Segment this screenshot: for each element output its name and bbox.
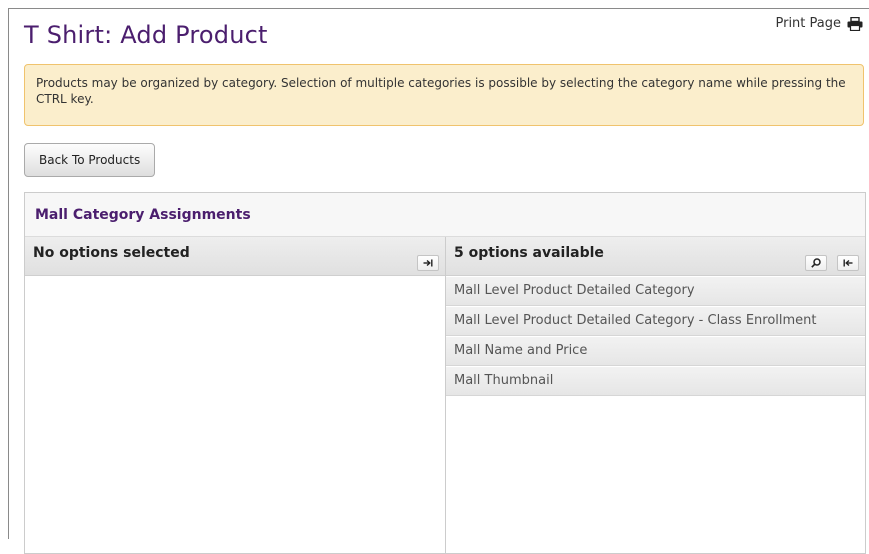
available-option-item[interactable]: Mall Level Product Detailed Category - C… xyxy=(446,306,865,336)
page-title: T Shirt: Add Product xyxy=(24,21,268,49)
search-icon xyxy=(811,258,821,268)
frame-border-left xyxy=(8,8,9,539)
frame-border-top xyxy=(8,8,869,9)
print-icon[interactable] xyxy=(847,17,863,31)
category-assignments-title: Mall Category Assignments xyxy=(35,207,251,223)
available-option-item[interactable]: Mall Thumbnail xyxy=(446,366,865,396)
available-option-item[interactable]: Mall Name and Price xyxy=(446,336,865,366)
info-alert-text: Products may be organized by category. S… xyxy=(36,76,846,106)
available-option-item[interactable]: Mall Level Product Detailed Category xyxy=(446,276,865,306)
available-options-header: 5 options available xyxy=(446,237,865,276)
search-options-button[interactable] xyxy=(805,255,827,271)
arrow-left-to-bar-icon xyxy=(843,259,853,267)
multiselect-columns: No options selected 5 options available xyxy=(25,237,865,553)
print-page-label: Print Page xyxy=(775,16,841,31)
select-all-button[interactable] xyxy=(417,255,439,271)
available-options-list: Mall Level Product Detailed Category Mal… xyxy=(446,276,865,396)
selected-options-column[interactable]: No options selected xyxy=(25,237,446,553)
selected-options-count: No options selected xyxy=(33,245,190,261)
available-options-count: 5 options available xyxy=(454,245,604,261)
remove-all-button[interactable] xyxy=(837,255,859,271)
back-to-products-button[interactable]: Back To Products xyxy=(24,143,155,177)
print-page-link[interactable]: Print Page xyxy=(775,16,863,31)
info-alert: Products may be organized by category. S… xyxy=(24,64,864,126)
selected-options-header: No options selected xyxy=(25,237,445,276)
arrow-right-to-bar-icon xyxy=(423,259,433,267)
category-assignments-header: Mall Category Assignments xyxy=(25,193,865,237)
category-assignments-panel: Mall Category Assignments No options sel… xyxy=(24,192,866,554)
available-options-column[interactable]: 5 options available Mall Level Pr xyxy=(446,237,865,553)
